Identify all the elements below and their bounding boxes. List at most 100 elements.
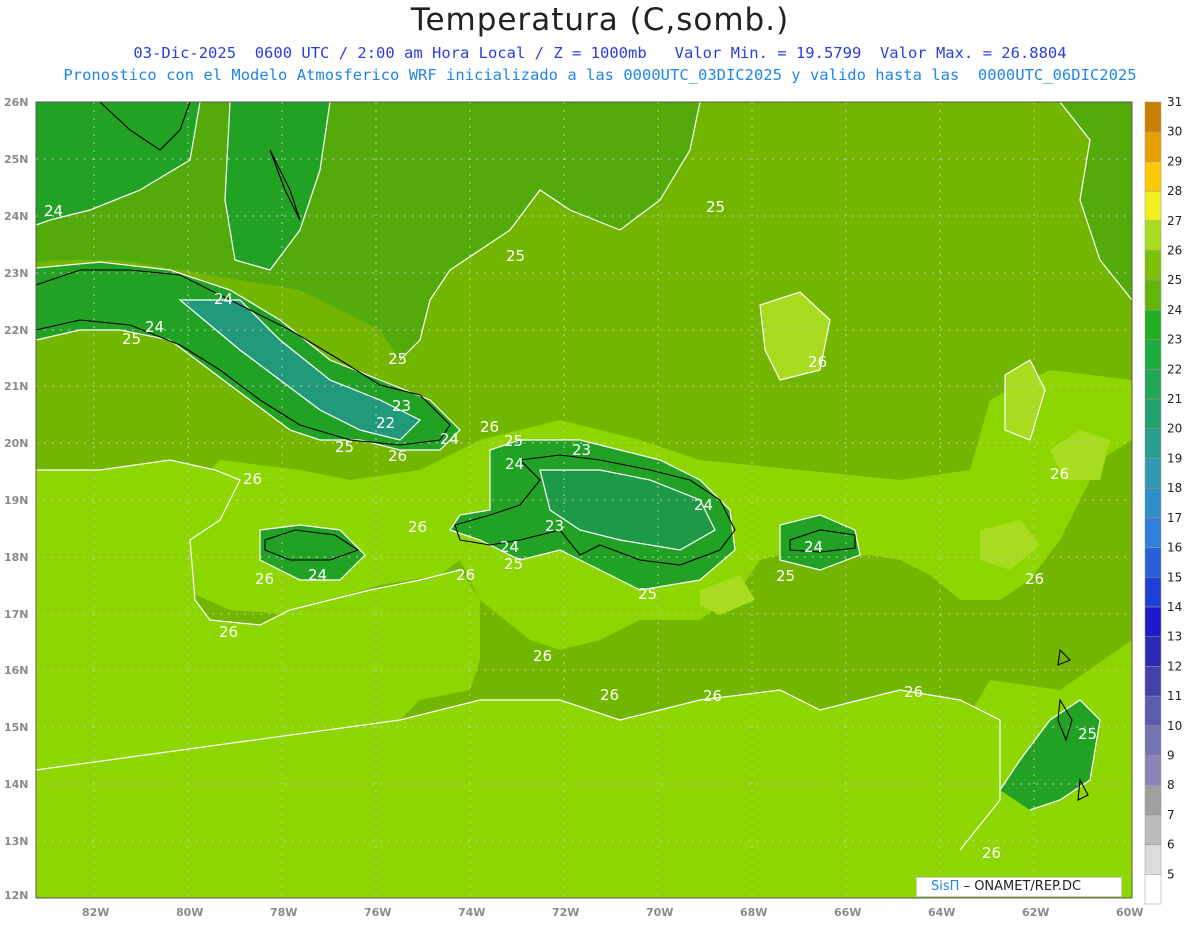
lat-label: 13N [4, 835, 29, 848]
colorbar-label: 16 [1167, 541, 1182, 555]
lat-label: 24N [4, 210, 29, 223]
credit-box: SisΠ – ONAMET/REP.DC [916, 877, 1122, 897]
contour-label: 25 [335, 438, 354, 456]
contour-label: 26 [255, 570, 274, 588]
contour-label: 24 [308, 566, 327, 584]
contour-label: 25 [638, 585, 657, 603]
contour-label: 24 [694, 496, 713, 514]
colorbar-label: 5 [1167, 867, 1175, 881]
contour-label: 23 [572, 441, 591, 459]
colorbar-swatch [1144, 844, 1162, 875]
colorbar-label: 21 [1167, 392, 1182, 406]
colorbar-label: 29 [1167, 154, 1182, 168]
contour-label: 25 [706, 198, 725, 216]
colorbar-label: 17 [1167, 511, 1182, 525]
colorbar-label: 26 [1167, 244, 1182, 258]
lon-label: 74W [458, 906, 485, 919]
colorbar-label: 23 [1167, 333, 1182, 347]
colorbar-label: 6 [1167, 838, 1175, 852]
lat-label: 14N [4, 778, 29, 791]
contour-label: 24 [500, 538, 519, 556]
colorbar-label: 9 [1167, 748, 1175, 762]
colorbar-swatch [1144, 577, 1162, 608]
lon-label: 80W [176, 906, 203, 919]
colorbar-label: 27 [1167, 214, 1182, 228]
temperature-map: 24 24 24 25 25 25 25 26 26 25 24 23 22 2… [4, 95, 1182, 919]
contour-label: 22 [376, 414, 395, 432]
colorbar-label: 24 [1167, 303, 1182, 317]
colorbar-swatch [1144, 606, 1162, 637]
lon-label: 60W [1116, 906, 1143, 919]
contour-label: 25 [1078, 725, 1097, 743]
colorbar-swatch [1144, 279, 1162, 311]
colorbar-swatch [1144, 309, 1162, 340]
colorbar-swatch [1144, 666, 1162, 697]
colorbar-swatch [1144, 784, 1162, 816]
lon-label: 66W [834, 906, 861, 919]
lon-label: 64W [928, 906, 955, 919]
colorbar-label: 22 [1167, 362, 1182, 376]
colorbar-swatch [1144, 547, 1162, 578]
colorbar-swatch [1144, 398, 1162, 429]
contour-label: 26 [904, 683, 923, 701]
colorbar-swatch [1144, 190, 1162, 222]
contour-label: 24 [145, 318, 164, 336]
colorbar-legend: 5 6 7 8 9 10 11 12 13 14 15 16 17 18 19 20 21 22 23 24 25 26 2… [1144, 95, 1182, 905]
colorbar-label: 7 [1167, 808, 1175, 822]
contour-label: 25 [388, 350, 407, 368]
colorbar-swatch [1144, 814, 1162, 845]
colorbar-label: 28 [1167, 184, 1182, 198]
contour-label: 26 [982, 844, 1001, 862]
colorbar-swatch [1144, 755, 1162, 786]
contour-label: 25 [122, 330, 141, 348]
lon-label: 76W [364, 906, 391, 919]
colorbar-swatch [1144, 428, 1162, 459]
contour-label: 26 [1025, 570, 1044, 588]
colorbar-label: 11 [1167, 689, 1182, 703]
contour-label: 26 [219, 623, 238, 641]
colorbar-swatch [1144, 695, 1162, 727]
lat-label: 23N [4, 267, 29, 280]
contour-label: 25 [776, 567, 795, 585]
lat-label: 26N [4, 96, 29, 109]
colorbar-swatch [1144, 487, 1162, 519]
colorbar-label: 18 [1167, 481, 1182, 495]
colorbar-label: 15 [1167, 570, 1182, 584]
lat-label: 22N [4, 324, 29, 337]
colorbar-swatch [1144, 636, 1162, 667]
credit-org: – ONAMET/REP.DC [963, 879, 1082, 894]
colorbar-swatch [1144, 517, 1162, 548]
colorbar-label: 25 [1167, 273, 1182, 287]
colorbar-label: 19 [1167, 451, 1182, 465]
contour-label: 26 [456, 566, 475, 584]
lat-axis: 26N 25N 24N 23N 22N 21N 20N 19N 18N 17N … [4, 96, 29, 902]
contour-label: 25 [506, 247, 525, 265]
colorbar-label: 14 [1167, 600, 1182, 614]
colorbar-label: 12 [1167, 659, 1182, 673]
colorbar-label: 13 [1167, 630, 1182, 644]
contour-label: 24 [505, 455, 524, 473]
lat-label: 19N [4, 494, 29, 507]
contour-label: 23 [545, 517, 564, 535]
lat-label: 18N [4, 551, 29, 564]
colorbar-label: 30 [1167, 125, 1182, 139]
colorbar-label: 31 [1167, 95, 1182, 109]
contour-label: 26 [243, 470, 262, 488]
contour-label: 26 [1050, 465, 1069, 483]
colorbar-swatch [1144, 101, 1162, 132]
contour-label: 26 [408, 518, 427, 536]
lat-label: 20N [4, 437, 29, 450]
contour-label: 24 [440, 430, 459, 448]
lat-label: 16N [4, 664, 29, 677]
contour-label: 26 [808, 353, 827, 371]
contour-label: 26 [533, 647, 552, 665]
lon-label: 82W [82, 906, 109, 919]
contour-label: 25 [504, 432, 523, 450]
shaded-field: 24 24 24 25 25 25 25 26 26 25 24 23 22 2… [36, 102, 1132, 898]
contour-label: 26 [388, 447, 407, 465]
colorbar-swatch [1144, 250, 1162, 281]
lon-label: 70W [646, 906, 673, 919]
lon-label: 72W [552, 906, 579, 919]
lat-label: 17N [4, 608, 29, 621]
colorbar-swatch [1144, 131, 1162, 162]
